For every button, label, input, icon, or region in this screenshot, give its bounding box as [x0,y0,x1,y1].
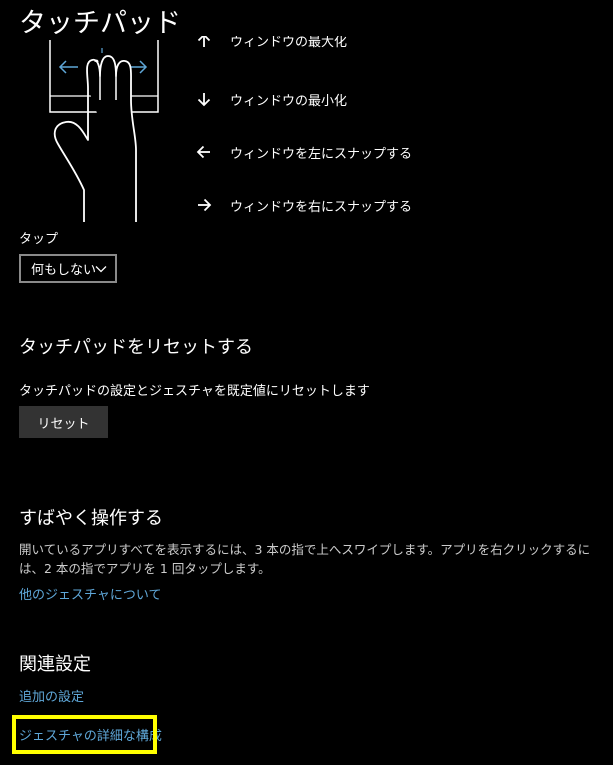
related-settings-heading: 関連設定 [19,654,91,675]
gesture-label: ウィンドウを右にスナップする [230,199,413,215]
arrow-right-icon [198,198,212,212]
reset-description: タッチパッドの設定とジェスチャを既定値にリセットします [19,384,370,399]
arrow-down-icon [197,93,211,107]
highlight-box [12,715,157,754]
three-finger-gesture-illustration [49,40,159,222]
page-title: タッチパッド [19,8,181,39]
gesture-maximize: ウィンドウの最大化 [195,36,347,50]
additional-settings-link[interactable]: 追加の設定 [19,686,84,705]
gesture-label: ウィンドウの最小化 [230,93,348,109]
chevron-down-icon [95,266,107,273]
arrow-left-icon [196,145,210,159]
tap-action-dropdown[interactable]: 何もしない [19,254,117,283]
gesture-label: ウィンドウを左にスナップする [230,146,413,162]
arrow-up-icon [197,36,211,47]
settings-page: タッチパッド ウィンドウの最大化 ウィンドウの最小化 ウィンドウを左にスナップす… [0,0,613,765]
more-gestures-link[interactable]: 他のジェスチャについて [19,584,161,603]
tap-label: タップ [19,232,59,247]
reset-button[interactable]: リセット [19,406,108,438]
gesture-snap-left: ウィンドウを左にスナップする [195,141,412,163]
reset-section-heading: タッチパッドをリセットする [19,337,253,358]
swipe-left-arrow [58,60,78,74]
dropdown-value: 何もしない [31,263,97,278]
gesture-snap-right: ウィンドウを右にスナップする [195,194,412,216]
gesture-minimize: ウィンドウの最小化 [195,88,347,110]
gesture-label: ウィンドウの最大化 [230,36,348,50]
quick-section-heading: すばやく操作する [19,508,163,529]
quick-description: 開いているアプリすべてを表示するには、3 本の指で上へスワイプします。アプリを右… [19,542,591,576]
